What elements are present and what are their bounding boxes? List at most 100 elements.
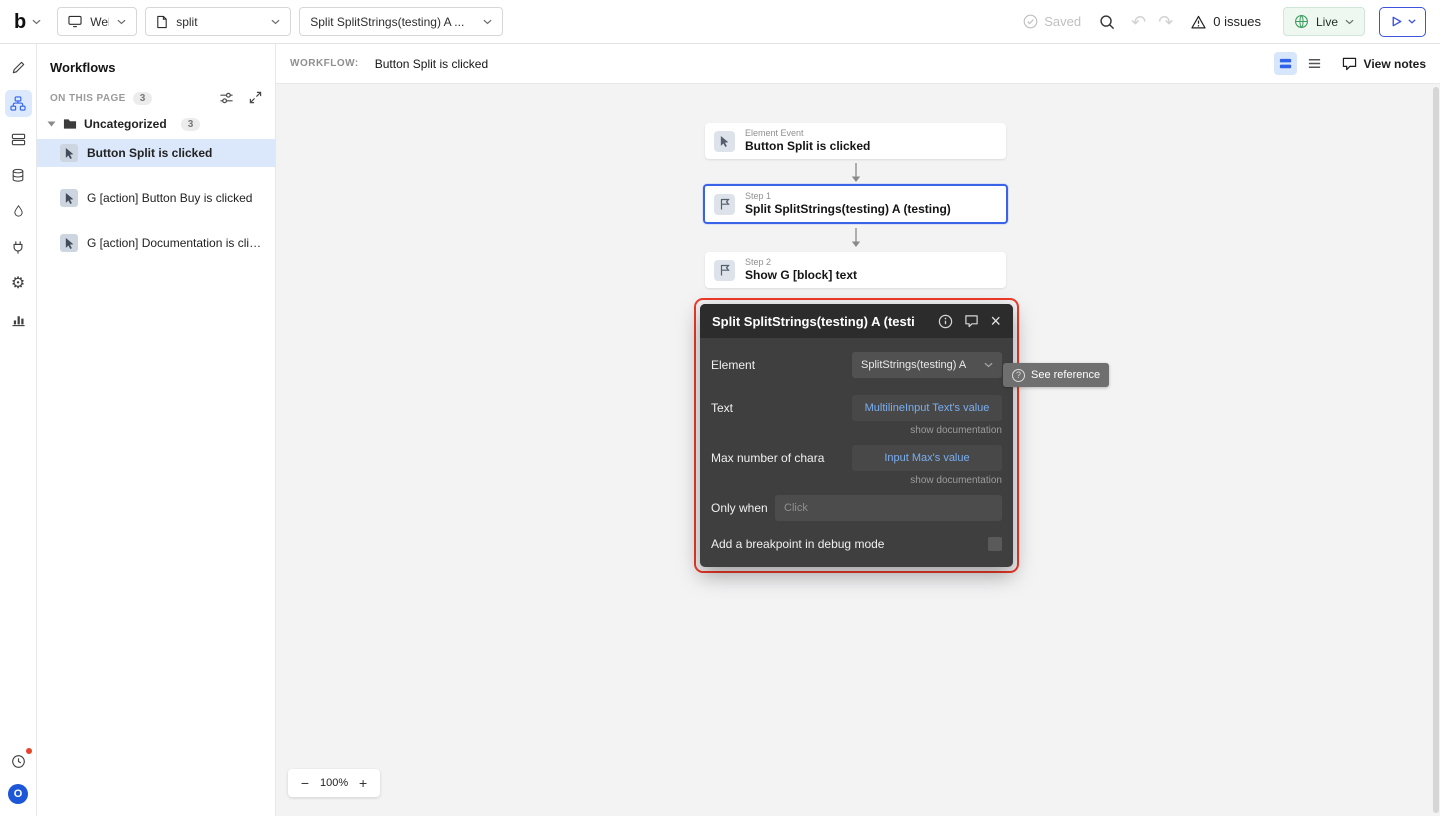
workflow-node-event[interactable]: Element Event Button Split is clicked [705, 123, 1006, 159]
popup-titlebar[interactable]: Split SplitStrings(testing) A (testi × [700, 304, 1013, 338]
workflow-node-step1-selected[interactable]: Step 1 Split SplitStrings(testing) A (te… [703, 184, 1008, 224]
workflow-list: Button Split is clicked G [action] Butto… [37, 139, 275, 257]
element-dropdown[interactable]: SplitStrings(testing) A [852, 352, 1002, 378]
user-avatar[interactable]: O [8, 784, 28, 804]
text-expression-button[interactable]: MultilineInput Text's value [852, 395, 1002, 421]
gear-icon: ⚙ [10, 274, 26, 292]
logs-tab[interactable] [5, 306, 32, 333]
platform-label: Web [90, 14, 109, 29]
plug-icon [13, 241, 23, 254]
chevron-down-icon [32, 19, 41, 24]
page-selector[interactable]: split [145, 7, 292, 36]
app-menu[interactable]: b [14, 12, 41, 32]
main-area: WORKFLOW: Button Split is clicked View n… [276, 44, 1440, 816]
database-icon [12, 168, 24, 182]
chevron-down-icon [117, 19, 126, 24]
see-reference-label: See reference [1031, 369, 1101, 381]
filter-icon[interactable] [219, 91, 234, 105]
max-chars-row: Max number of chara Input Max's value [711, 445, 1002, 471]
chevron-down-icon [483, 19, 492, 24]
pencil-icon [12, 61, 24, 74]
workflow-item-label: Button Split is clicked [87, 146, 213, 160]
layout-tab[interactable] [5, 126, 32, 153]
only-when-label: Only when [711, 501, 768, 515]
see-reference-tooltip[interactable]: ? See reference [1003, 363, 1110, 387]
monitor-icon [68, 15, 82, 28]
layout-icon [11, 133, 25, 146]
element-label: Element [711, 358, 756, 372]
canvas-scrollbar[interactable] [1431, 84, 1440, 816]
topbar: b Web split Split SplitStrings(testing) … [0, 0, 1440, 44]
node-kind: Element Event [745, 128, 804, 139]
current-workflow-name: Button Split is clicked [374, 56, 489, 71]
data-tab[interactable] [5, 162, 32, 189]
cursor-click-icon [65, 147, 73, 159]
page-icon [157, 15, 167, 28]
highlight-outline: Split SplitStrings(testing) A (testi × E… [694, 298, 1019, 573]
design-tab[interactable] [5, 54, 32, 81]
breakpoint-checkbox[interactable] [988, 537, 1002, 551]
zoom-out-button[interactable]: − [293, 771, 317, 795]
panel-title: Workflows [50, 60, 116, 75]
view-mode-cards-button[interactable] [1273, 52, 1297, 75]
text-row: Text MultilineInput Text's value [711, 395, 1002, 421]
comment-icon[interactable] [964, 314, 979, 328]
workflow-label: WORKFLOW: [290, 58, 359, 69]
node-kind: Step 1 [745, 191, 772, 202]
close-icon[interactable]: × [990, 312, 1001, 330]
comment-icon [1342, 57, 1356, 70]
max-chars-expression-button[interactable]: Input Max's value [852, 445, 1002, 471]
platform-selector[interactable]: Web [57, 7, 138, 36]
workflow-item-selected[interactable]: Button Split is clicked [37, 139, 275, 167]
text-label: Text [711, 401, 734, 415]
node-kind: Step 2 [745, 257, 772, 268]
undo-button[interactable]: ↶ [1131, 13, 1146, 31]
issues-indicator[interactable]: 0 issues [1191, 14, 1261, 29]
folder-count-badge: 3 [180, 117, 201, 131]
settings-tab[interactable]: ⚙ [5, 270, 32, 297]
scrollbar-thumb[interactable] [1432, 87, 1439, 813]
chevron-down-icon [984, 362, 993, 368]
node-title: Show G [block] text [745, 268, 858, 283]
element-selector[interactable]: Split SplitStrings(testing) A ... [299, 7, 504, 36]
view-notes-label: View notes [1363, 56, 1426, 71]
only-when-input[interactable] [775, 495, 1002, 521]
preview-button[interactable] [1379, 6, 1426, 37]
element-dropdown-value: SplitStrings(testing) A [861, 359, 967, 371]
workflow-tab[interactable] [4, 90, 32, 117]
redo-button[interactable]: ↷ [1158, 13, 1173, 31]
popup-titlebar-icons: × [938, 312, 1001, 330]
folder-name: Uncategorized [84, 117, 167, 131]
notification-dot [25, 748, 32, 754]
show-documentation-link[interactable]: show documentation [711, 425, 1002, 436]
zoom-in-button[interactable]: + [351, 771, 375, 795]
chart-icon [11, 315, 25, 326]
view-mode-list-button[interactable] [1303, 52, 1326, 75]
search-button[interactable] [1093, 8, 1121, 36]
breakpoint-label: Add a breakpoint in debug mode [711, 537, 885, 551]
editor-body: ⚙ O Workflows ON THIS PAGE 3 Uncategoriz… [0, 44, 1440, 816]
folder-uncategorized[interactable]: Uncategorized 3 [37, 117, 275, 131]
canvas-header-right: View notes [1268, 52, 1426, 75]
workflow-node-step2[interactable]: Step 2 Show G [block] text [705, 252, 1006, 288]
cursor-click-icon [65, 237, 73, 249]
flow-arrow-icon [851, 228, 861, 247]
cursor-click-icon [720, 135, 729, 147]
only-when-row: Only when [711, 495, 1002, 521]
question-icon: ? [1012, 368, 1025, 382]
plugins-tab[interactable] [5, 234, 32, 261]
expand-icon[interactable] [249, 91, 262, 104]
workflow-item[interactable]: G [action] Documentation is click... [37, 229, 275, 257]
workflow-item[interactable]: G [action] Button Buy is clicked [37, 184, 275, 212]
workflow-canvas[interactable]: Element Event Button Split is clicked St… [276, 84, 1440, 816]
cursor-click-icon [65, 192, 73, 204]
node-title: Button Split is clicked [745, 139, 871, 154]
view-notes-button[interactable]: View notes [1342, 57, 1426, 71]
section-count-badge: 3 [132, 91, 153, 105]
show-documentation-link[interactable]: show documentation [711, 475, 1002, 486]
info-icon[interactable] [938, 314, 953, 329]
warning-icon [1191, 15, 1206, 28]
history-button[interactable] [5, 748, 32, 775]
styles-tab[interactable] [5, 198, 32, 225]
live-button[interactable]: Live [1282, 7, 1365, 36]
